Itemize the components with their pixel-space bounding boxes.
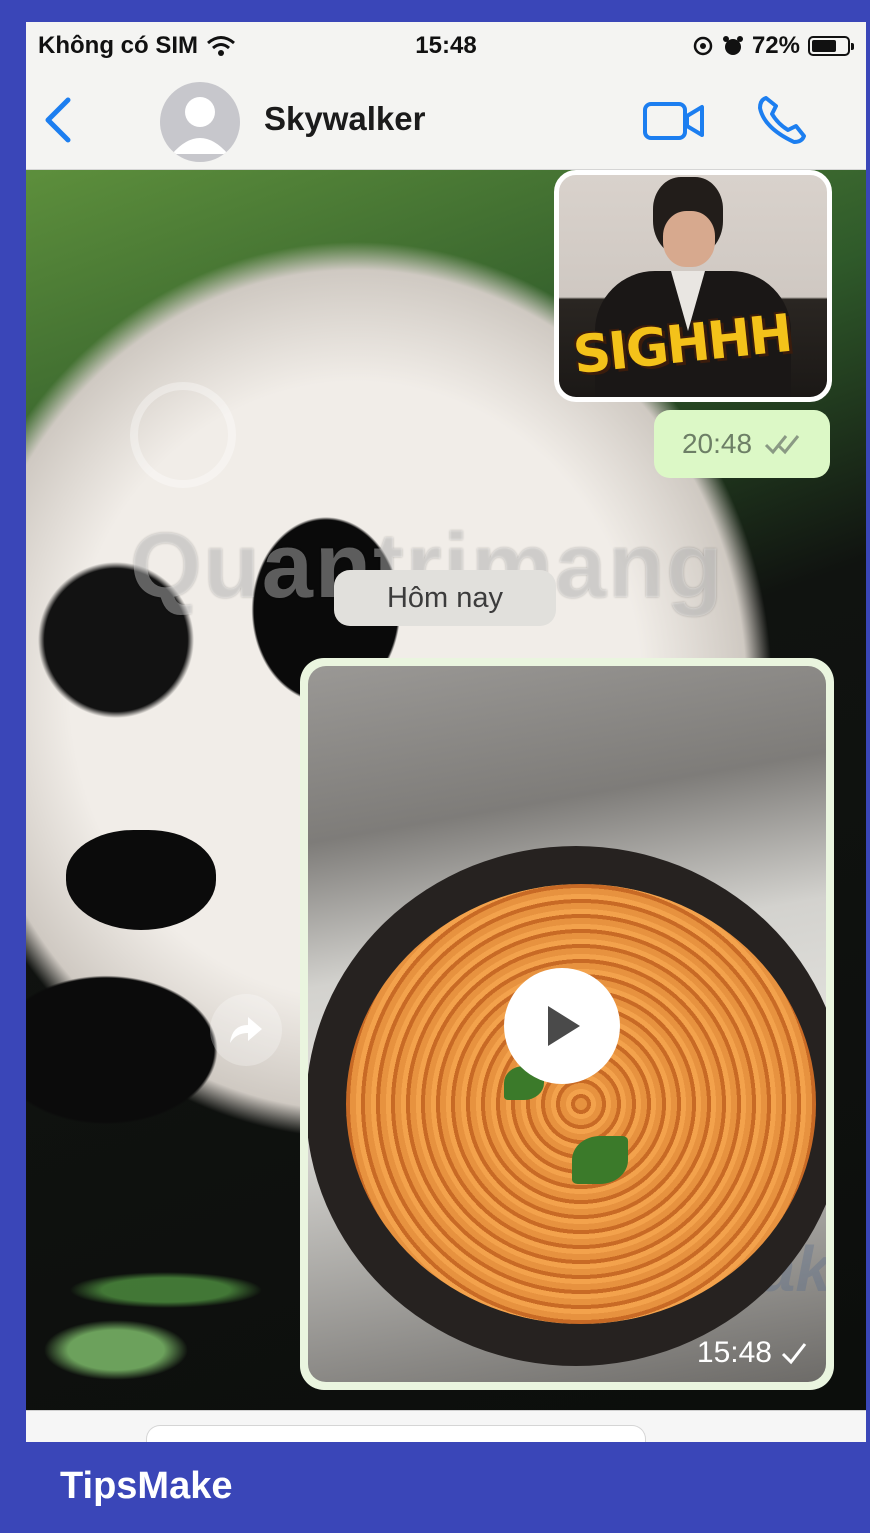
day-separator: Hôm nay <box>334 570 556 626</box>
battery-percent: 72% <box>751 32 800 59</box>
page-frame: Không có SIM 15:48 72% Skywalker Quantri… <box>0 0 870 1533</box>
forward-arrow-icon <box>230 1017 262 1043</box>
sticker-message[interactable]: SIGHHH <box>554 170 832 402</box>
double-check-icon <box>764 435 800 455</box>
video-timestamp: 15:48 <box>696 1336 772 1369</box>
video-message[interactable]: TipsMake 15:48 <box>300 658 834 1390</box>
message-input[interactable] <box>146 1425 646 1442</box>
contact-name[interactable]: Skywalker <box>264 100 425 138</box>
video-timestamp-group: 15:48 <box>697 1336 808 1370</box>
phone-icon[interactable] <box>754 92 810 148</box>
video-noodles <box>346 884 816 1324</box>
wallpaper-bamboo <box>26 1230 286 1410</box>
status-right-group: 72% <box>692 32 854 60</box>
footer-brand: TipsMake <box>60 1465 233 1507</box>
play-button[interactable] <box>504 968 620 1084</box>
location-lock-icon <box>693 36 713 56</box>
video-thumbnail[interactable]: TipsMake 15:48 <box>308 666 826 1382</box>
battery-icon <box>808 36 854 56</box>
watermark-bulb-icon <box>130 382 236 488</box>
battery-fill <box>812 40 837 52</box>
sticker-timestamp-bubble: 20:48 <box>654 410 830 478</box>
video-herb <box>572 1136 628 1184</box>
chat-header: Skywalker <box>26 70 866 170</box>
video-camera-icon[interactable] <box>642 98 706 144</box>
single-check-icon <box>781 1343 807 1365</box>
sticker-person-face <box>663 211 715 267</box>
phone-screen: Không có SIM 15:48 72% Skywalker Quantri… <box>26 22 866 1442</box>
composer-bar <box>26 1410 866 1442</box>
person-silhouette-icon <box>172 97 228 154</box>
sticker-timestamp: 20:48 <box>681 428 753 459</box>
wallpaper-panda-nose <box>66 830 216 930</box>
chevron-left-icon[interactable] <box>38 94 82 146</box>
status-bar: Không có SIM 15:48 72% <box>26 22 866 70</box>
avatar[interactable] <box>160 82 240 162</box>
alarm-icon <box>722 36 743 55</box>
forward-button[interactable] <box>210 994 282 1066</box>
play-icon <box>548 1006 580 1046</box>
chat-area[interactable]: Quantrimang SIGHHH 20:48 Hôm nay 15:48 <box>26 170 866 1410</box>
